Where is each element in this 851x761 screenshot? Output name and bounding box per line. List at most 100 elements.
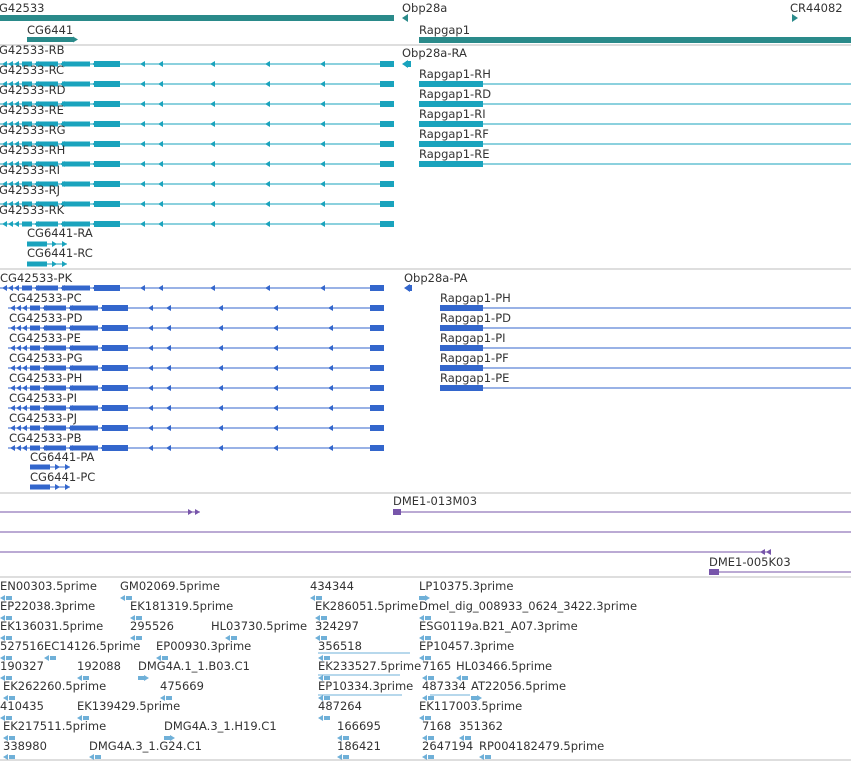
strand-arrow: [14, 221, 19, 227]
transcript-feature: CG6441-PC: [30, 470, 95, 490]
exon-block: [370, 365, 384, 371]
strand-arrow: [337, 754, 342, 760]
strand-arrow: [265, 81, 270, 87]
est-label: EK181319.5prime: [130, 599, 233, 613]
strand-arrow: [265, 101, 270, 107]
exon-block: [62, 61, 90, 67]
transcript-feature: CG42533-PD: [8, 311, 384, 331]
est-feature: Dmel_dig_008933_0624_3422.3prime: [419, 599, 637, 621]
exon-block: [44, 425, 66, 431]
exon-block: [70, 425, 98, 431]
transcript-label: G42533-RB: [0, 43, 65, 57]
strand-arrow: [55, 484, 60, 490]
genome-browser-view: G42533 Obp28a CR44082 CG6441 Rapgap1 G42533-R…: [0, 0, 851, 761]
transcript-label: CG6441-PA: [30, 450, 95, 464]
strand-arrow: [158, 161, 163, 167]
est-feature: HL03730.5prime: [211, 619, 307, 641]
exon-block: [30, 484, 50, 490]
exon-block: [380, 121, 394, 127]
transcript-label: CG42533-PC: [9, 291, 82, 305]
transcript-label: Obp28a-RA: [402, 46, 467, 60]
est-block: [428, 755, 434, 759]
exon-block: [370, 405, 384, 411]
est-label: ESG0119a.B21_A07.3prime: [419, 619, 578, 633]
exon-block: [62, 121, 90, 127]
est-feature: EK262260.5prime: [3, 679, 106, 701]
strand-arrow: [166, 405, 171, 411]
est-feature: 192088: [77, 659, 121, 681]
transcript-label: Rapgap1-PE: [440, 371, 509, 385]
est-label: 7168: [422, 719, 451, 733]
strand-arrow: [148, 385, 153, 391]
est-feature: RP004182479.5prime: [479, 739, 604, 760]
transcript-label: CG42533-PJ: [9, 411, 77, 425]
strand-arrow: [792, 14, 798, 22]
strand-arrow: [273, 445, 278, 451]
est-feature: 356518: [318, 639, 362, 661]
strand-arrow: [8, 221, 13, 227]
est-label: 166695: [337, 719, 381, 733]
strand-arrow: [140, 161, 145, 167]
transcript-feature: CG6441-RA: [27, 226, 93, 247]
strand-arrow: [328, 305, 333, 311]
exon-block: [102, 385, 128, 391]
est-feature: EK181319.5prime: [130, 599, 233, 621]
est-feature: 487334: [422, 679, 466, 701]
strand-arrow: [328, 445, 333, 451]
exon-block: [30, 405, 40, 411]
clone-feature: DME1-013M03: [393, 494, 851, 515]
exon-block: [380, 161, 394, 167]
exon-block: [102, 425, 128, 431]
est-label: 192088: [77, 659, 121, 673]
transcript-label: G42533-RI: [0, 163, 60, 177]
transcript-label: CG42533-PK: [0, 271, 73, 285]
strand-arrow: [210, 161, 215, 167]
strand-arrow: [265, 61, 270, 67]
strand-arrow: [218, 425, 223, 431]
est-feature: 434344: [310, 579, 354, 601]
strand-arrow: [148, 445, 153, 451]
strand-arrow: [265, 141, 270, 147]
strand-arrow: [320, 141, 325, 147]
strand-arrow: [62, 261, 67, 267]
strand-arrow: [320, 161, 325, 167]
exon-block: [370, 345, 384, 351]
exon-block: [22, 285, 32, 291]
est-block: [343, 755, 349, 759]
exon-block: [408, 285, 412, 291]
est-feature: 338980: [3, 739, 47, 760]
exon-block: [380, 61, 394, 67]
transcript-feature: CG42533-PG: [8, 351, 384, 371]
exon-block: [62, 101, 90, 107]
exon-block: [70, 405, 98, 411]
transcript-label: CG42533-PH: [9, 371, 82, 385]
strand-arrow: [210, 285, 215, 291]
transcript-label: G42533-RE: [0, 103, 64, 117]
est-feature: EK136031.5prime: [0, 619, 103, 641]
transcript-feature: Rapgap1-RE: [419, 147, 851, 167]
exon-block: [380, 141, 394, 147]
est-block: [138, 676, 144, 680]
exon-block: [419, 161, 483, 167]
strand-arrow: [210, 181, 215, 187]
transcript-label: CG42533-PB: [9, 431, 82, 445]
strand-arrow: [210, 61, 215, 67]
exon-block: [102, 405, 128, 411]
transcript-label: Rapgap1-RF: [419, 127, 489, 141]
exon-block: [94, 181, 120, 187]
transcript-label: G42533-RH: [0, 143, 65, 157]
est-label: AT22056.5prime: [471, 679, 566, 693]
exon-block: [370, 305, 384, 311]
transcript-feature: Rapgap1-PI: [440, 331, 851, 351]
transcript-label: G42533-RG: [0, 123, 66, 137]
est-feature: EP10457.3prime: [419, 639, 514, 661]
gene-span: [27, 37, 73, 42]
est-feature: EK286051.5prime: [315, 599, 418, 621]
exon-block: [370, 325, 384, 331]
est-block: [485, 755, 491, 759]
exon-block: [27, 261, 47, 267]
transcript-label: CG6441-RC: [27, 246, 93, 260]
transcript-feature: Rapgap1-PE: [440, 371, 851, 391]
strand-arrow: [320, 81, 325, 87]
strand-arrow: [318, 715, 323, 721]
